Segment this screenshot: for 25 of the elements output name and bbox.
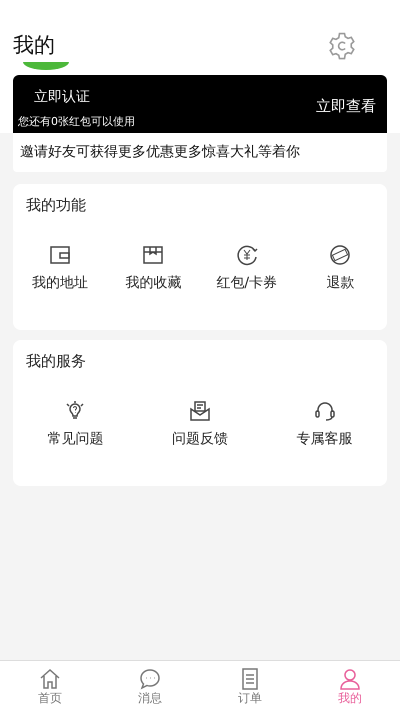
feature-item[interactable]: 退款 (294, 242, 387, 294)
coupon-note: 您还有0张红包可以使用 (18, 114, 135, 130)
tab-item[interactable]: 首页 (0, 661, 100, 711)
invite-banner: 邀请好友可获得更多优惠更多惊喜大礼等着你 (13, 132, 387, 172)
feature-item[interactable]: 问题反馈 (138, 398, 262, 450)
avatar-icon (23, 62, 69, 70)
tab-item[interactable]: 消息 (100, 661, 200, 711)
envelope-icon (188, 398, 212, 422)
settings-icon[interactable] (327, 30, 357, 61)
page-title: 我的 (13, 32, 55, 59)
verify-link[interactable]: 立即认证 (18, 87, 90, 108)
feature-item[interactable]: 红包/卡券 (200, 242, 294, 294)
user-icon (338, 667, 362, 691)
chat-icon (138, 667, 162, 691)
feature-item[interactable]: 专属客服 (262, 398, 388, 450)
section-title: 我的功能 (25, 194, 87, 216)
tab-item[interactable]: 订单 (200, 661, 300, 711)
section-title: 我的服务 (25, 350, 87, 372)
feature-item[interactable]: 我的地址 (13, 242, 106, 294)
feature-item[interactable]: 常见问题 (13, 398, 138, 450)
home-icon (38, 667, 62, 691)
ticket-icon (328, 242, 352, 266)
feature-item[interactable]: 我的收藏 (106, 242, 200, 294)
yen-coin-icon (234, 242, 259, 266)
view-link[interactable]: 立即查看 (316, 95, 387, 132)
